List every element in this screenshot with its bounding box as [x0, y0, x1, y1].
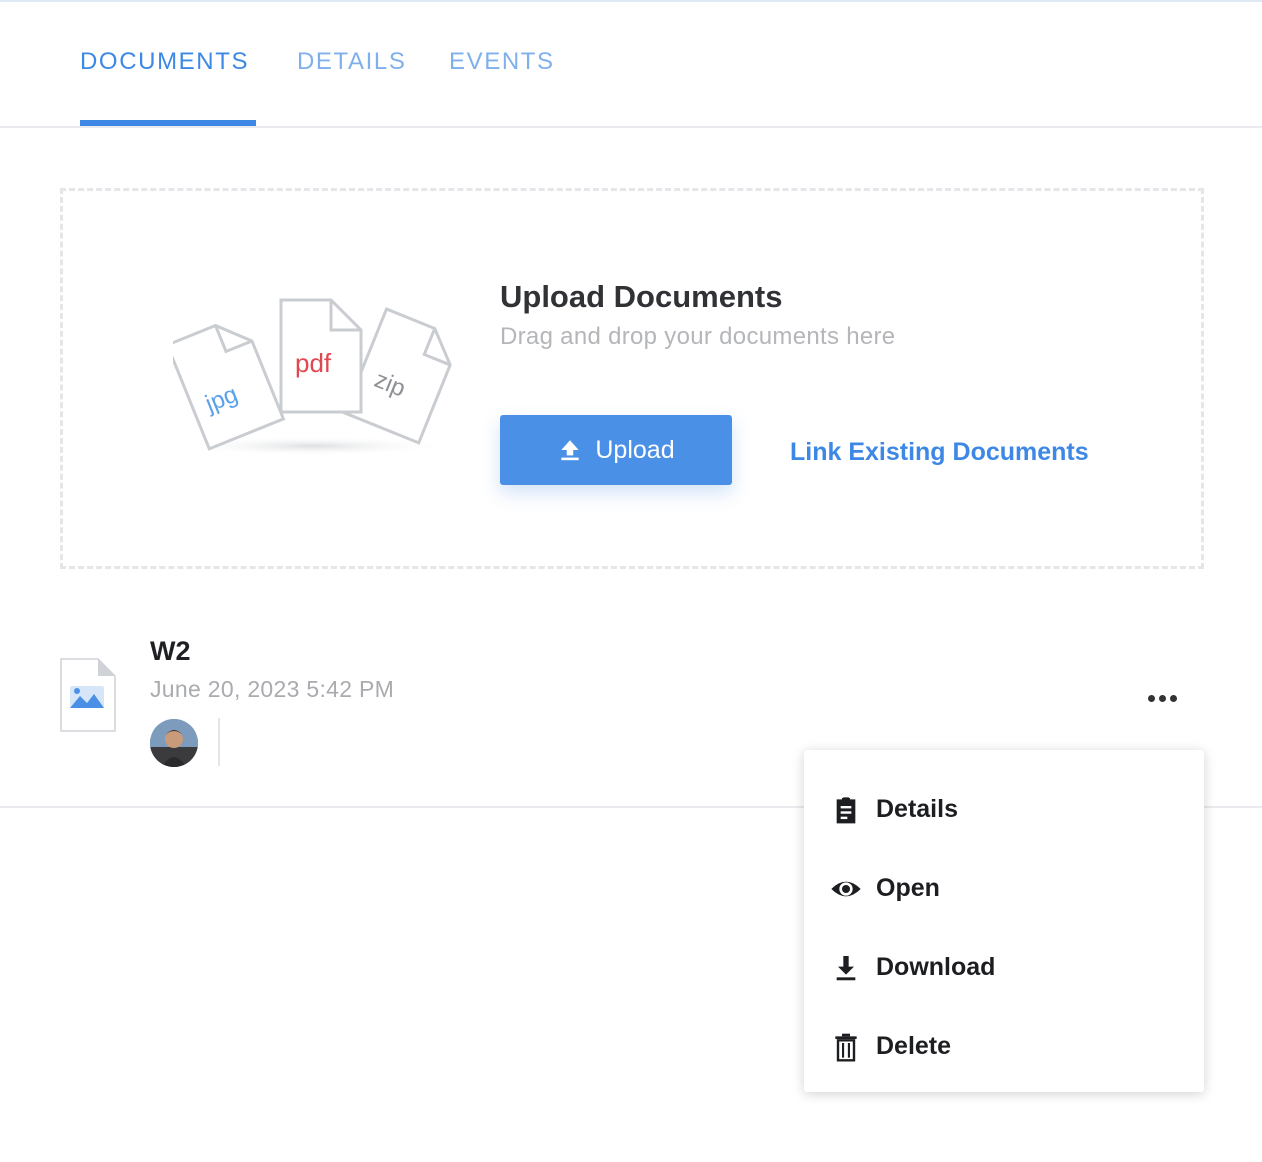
document-name[interactable]: W2 — [150, 636, 191, 667]
document-context-menu: Details Open Download Delete — [804, 750, 1204, 1092]
avatar-image — [150, 719, 198, 767]
download-icon — [830, 952, 862, 984]
tab-details[interactable]: DETAILS — [297, 48, 406, 76]
menu-item-label: Details — [876, 795, 958, 823]
upload-subtitle: Drag and drop your documents here — [500, 323, 896, 350]
more-dot — [1158, 694, 1166, 702]
upload-icon — [561, 440, 580, 461]
active-tab-indicator — [80, 120, 256, 126]
avatar[interactable] — [150, 719, 198, 767]
menu-item-details[interactable]: Details — [804, 770, 1204, 849]
more-options-button[interactable] — [1140, 684, 1184, 712]
link-existing-documents-link[interactable]: Link Existing Documents — [790, 438, 1089, 467]
clipboard-icon — [830, 794, 862, 826]
avatar-divider — [218, 718, 220, 766]
more-dot — [1147, 694, 1155, 702]
menu-item-label: Open — [876, 874, 940, 902]
upload-button-label: Upload — [595, 435, 675, 464]
upload-title: Upload Documents — [500, 279, 783, 314]
menu-item-download[interactable]: Download — [804, 928, 1204, 1007]
menu-item-delete[interactable]: Delete — [804, 1007, 1204, 1086]
trash-icon — [830, 1031, 862, 1063]
upload-dropzone[interactable]: jpg zip pdf Upload Documents Drag and dr… — [60, 188, 1204, 569]
document-date: June 20, 2023 5:42 PM — [150, 676, 395, 702]
eye-icon — [830, 873, 862, 905]
illustration-label-pdf: pdf — [295, 348, 332, 378]
tab-bar: DOCUMENTS DETAILS EVENTS — [0, 0, 1262, 128]
page: DOCUMENTS DETAILS EVENTS jpg zip pdf Upl… — [0, 0, 1262, 1162]
menu-item-label: Download — [876, 953, 996, 981]
upload-button[interactable]: Upload — [500, 415, 732, 485]
file-types-illustration: jpg zip pdf — [173, 298, 452, 456]
menu-item-label: Delete — [876, 1032, 952, 1060]
more-dot — [1169, 694, 1177, 702]
menu-item-open[interactable]: Open — [804, 849, 1204, 928]
tab-events[interactable]: EVENTS — [449, 48, 555, 76]
tab-documents[interactable]: DOCUMENTS — [80, 48, 249, 76]
image-file-icon — [60, 658, 116, 732]
